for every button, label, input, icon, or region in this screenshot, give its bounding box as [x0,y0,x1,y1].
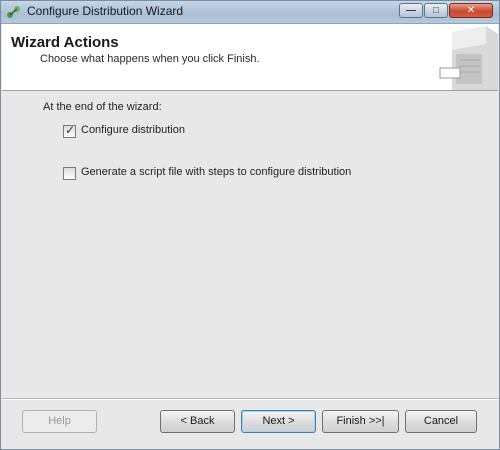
options-prompt: At the end of the wizard: [43,101,162,113]
configure-distribution-checkbox[interactable]: ✓ [63,123,76,138]
cancel-button[interactable]: Cancel [405,410,477,433]
close-button[interactable]: ✕ [449,3,493,18]
window-title: Configure Distribution Wizard [27,4,184,18]
wizard-header: Wizard Actions Choose what happens when … [2,24,498,91]
wizard-app-icon [7,6,20,18]
finish-button[interactable]: Finish >>| [322,410,399,433]
close-icon: ✕ [466,5,476,16]
maximize-button[interactable]: □ [424,3,448,18]
maximize-icon: □ [432,5,440,16]
page-subtitle: Choose what happens when you click Finis… [40,53,260,65]
generate-script-checkbox[interactable] [63,167,76,180]
configure-distribution-label[interactable]: Configure distribution [81,124,185,136]
title-bar[interactable]: Configure Distribution Wizard — □ ✕ [1,1,499,24]
checkmark-icon: ✓ [65,123,76,137]
back-button[interactable]: < Back [160,410,235,433]
server-graphic-icon [439,26,498,90]
generate-script-label[interactable]: Generate a script file with steps to con… [81,166,351,178]
footer-divider [2,398,498,400]
wizard-window: Configure Distribution Wizard — □ ✕ Wiza… [0,0,500,450]
page-title: Wizard Actions [11,34,119,51]
minimize-icon: — [406,5,416,16]
minimize-button[interactable]: — [399,3,423,18]
next-button[interactable]: Next > [241,410,316,433]
help-button[interactable]: Help [22,410,97,433]
